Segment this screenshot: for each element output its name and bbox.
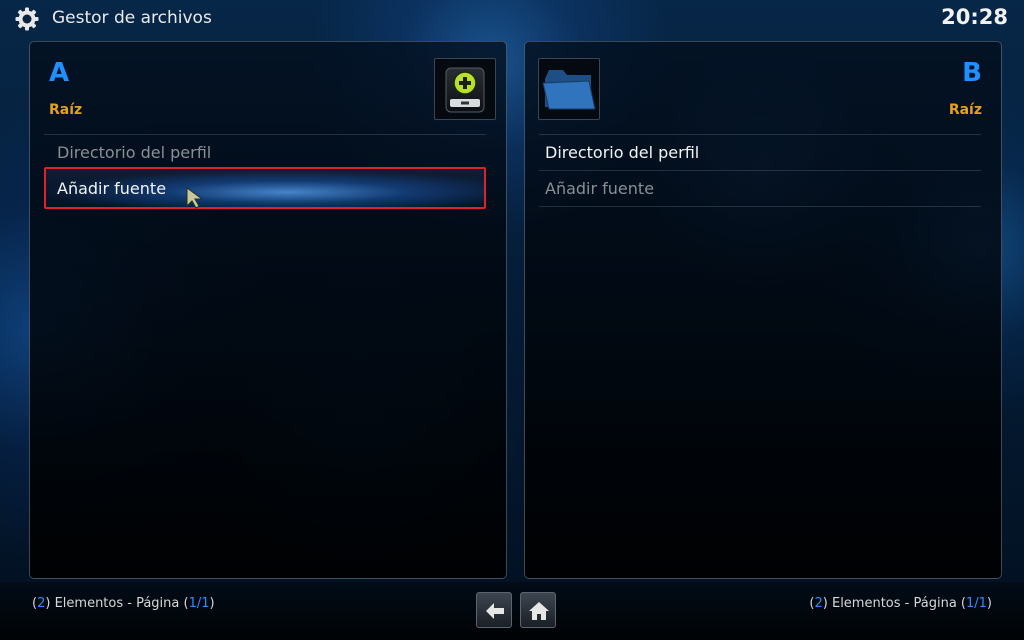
mouse-pointer-icon (186, 187, 204, 209)
pane-b-thumbnail (538, 58, 600, 120)
home-icon (529, 602, 549, 620)
pane-b-item-profile-directory[interactable]: Directorio del perfil (545, 135, 985, 171)
pane-a-path: Raíz (49, 102, 83, 118)
page-number: 1/1 (188, 596, 210, 611)
selection-highlight-box (44, 167, 486, 209)
list-item-label: Añadir fuente (545, 179, 655, 198)
clock: 20:28 (941, 5, 1008, 29)
gear-icon[interactable] (14, 6, 40, 32)
pane-a-letter: A (49, 58, 70, 88)
pane-a: A Raíz Directorio del perfil Añadir fuen… (29, 41, 507, 579)
pane-b-divider (539, 206, 981, 207)
pane-a-item-profile-directory[interactable]: Directorio del perfil (44, 135, 486, 171)
window-title: Gestor de archivos (52, 8, 212, 28)
pane-b: B Raíz Directorio del perfil Añadir fuen… (524, 41, 1002, 579)
add-source-drive-icon (445, 67, 485, 113)
pane-b-letter: B (962, 58, 982, 88)
pane-a-status: (2) Elementos - Página (1/1) (32, 596, 215, 611)
top-bar: Gestor de archivos 20:28 (0, 0, 1024, 38)
list-item-label: Directorio del perfil (545, 143, 700, 162)
bottom-bar (0, 582, 1024, 640)
pane-b-path: Raíz (948, 102, 982, 118)
list-item-label: Directorio del perfil (57, 143, 212, 162)
item-count: 2 (37, 596, 46, 611)
item-count: 2 (814, 596, 823, 611)
back-arrow-icon (486, 603, 504, 619)
page-number: 1/1 (966, 596, 987, 611)
back-button[interactable] (476, 592, 512, 628)
pane-b-status: (2) Elementos - Página (1/1) (809, 596, 992, 611)
status-text: Elementos - Página (54, 596, 180, 611)
home-button[interactable] (520, 592, 556, 628)
pane-b-item-add-source[interactable]: Añadir fuente (545, 171, 985, 207)
status-text: Elementos - Página (831, 596, 957, 611)
pane-a-thumbnail (434, 58, 496, 120)
folder-icon (542, 70, 596, 110)
